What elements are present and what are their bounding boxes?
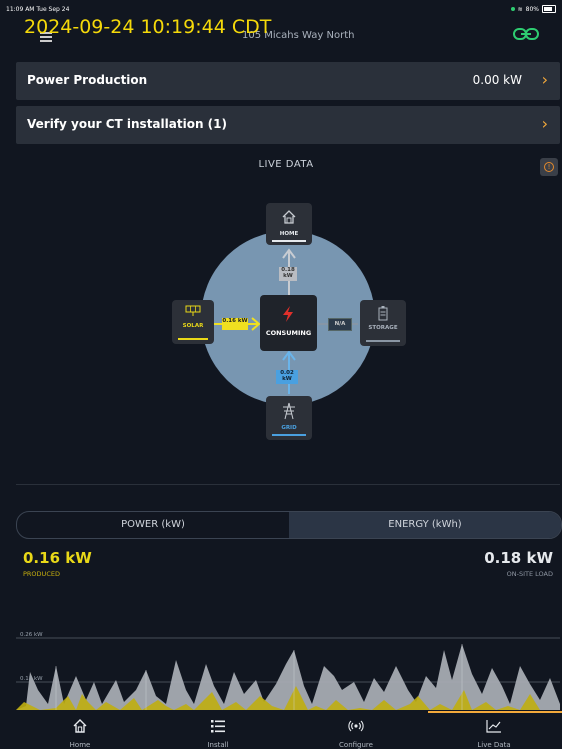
tab-configure[interactable]: Configure	[306, 712, 406, 749]
grid-flow-badge: 0.02 kW	[276, 370, 298, 384]
y-axis-label-top: 0.26 kW	[20, 632, 43, 638]
solar-label: SOLAR	[182, 323, 204, 329]
overlay-timestamp: 2024-09-24 10:19:44 CDT	[24, 16, 272, 38]
home-node[interactable]: HOME	[266, 203, 312, 245]
storage-label: STORAGE	[368, 325, 398, 331]
storage-bar	[366, 340, 400, 342]
divider	[16, 484, 560, 485]
power-history-chart	[16, 637, 560, 710]
bottom-tab-bar: Home Install Configure Live Data	[0, 712, 562, 749]
tab-live-data-label: Live Data	[477, 741, 511, 749]
produced-label: PRODUCED	[23, 570, 60, 578]
solar-bar	[178, 338, 208, 340]
grid-bar	[272, 434, 306, 436]
home-bar	[272, 240, 306, 242]
power-tower-icon	[283, 402, 295, 420]
tab-home-label: Home	[69, 741, 91, 749]
tab-install[interactable]: Install	[168, 712, 268, 749]
home-label: HOME	[279, 231, 299, 237]
onsite-load-value: 0.18 kW	[484, 549, 553, 567]
consuming-node[interactable]: CONSUMING	[260, 295, 317, 351]
solar-node[interactable]: SOLAR	[172, 300, 214, 344]
solar-flow-badge: 0.16 kW	[222, 318, 248, 330]
storage-flow-badge: N/A	[328, 318, 352, 331]
grid-node[interactable]: GRID	[266, 396, 312, 440]
y-axis-label-bottom: 0.18 kW	[20, 676, 43, 682]
house-icon	[282, 210, 296, 224]
produced-value: 0.16 kW	[23, 549, 92, 567]
load-area	[16, 644, 560, 710]
home-flow-badge: 0.18 kW	[279, 267, 297, 281]
solar-panel-icon	[185, 305, 201, 316]
consuming-label: CONSUMING	[265, 329, 312, 337]
home-icon	[73, 719, 87, 733]
unit-toggle: POWER (kW) ENERGY (kWh)	[16, 511, 562, 539]
tab-live-data[interactable]: Live Data	[444, 712, 544, 749]
active-tab-indicator	[428, 711, 562, 713]
tab-install-label: Install	[207, 741, 229, 749]
energy-tab[interactable]: ENERGY (kWh)	[289, 512, 561, 538]
grid-label: GRID	[281, 425, 297, 431]
power-tab[interactable]: POWER (kW)	[17, 512, 289, 538]
list-icon	[211, 720, 225, 733]
battery-storage-icon	[378, 306, 388, 321]
broadcast-icon	[348, 720, 364, 732]
chart-icon	[486, 720, 501, 733]
storage-node[interactable]: STORAGE	[360, 300, 406, 346]
tab-home[interactable]: Home	[30, 712, 130, 749]
onsite-load-label: ON-SITE LOAD	[506, 570, 553, 578]
tab-configure-label: Configure	[339, 741, 373, 749]
lightning-bolt-icon	[283, 306, 293, 322]
